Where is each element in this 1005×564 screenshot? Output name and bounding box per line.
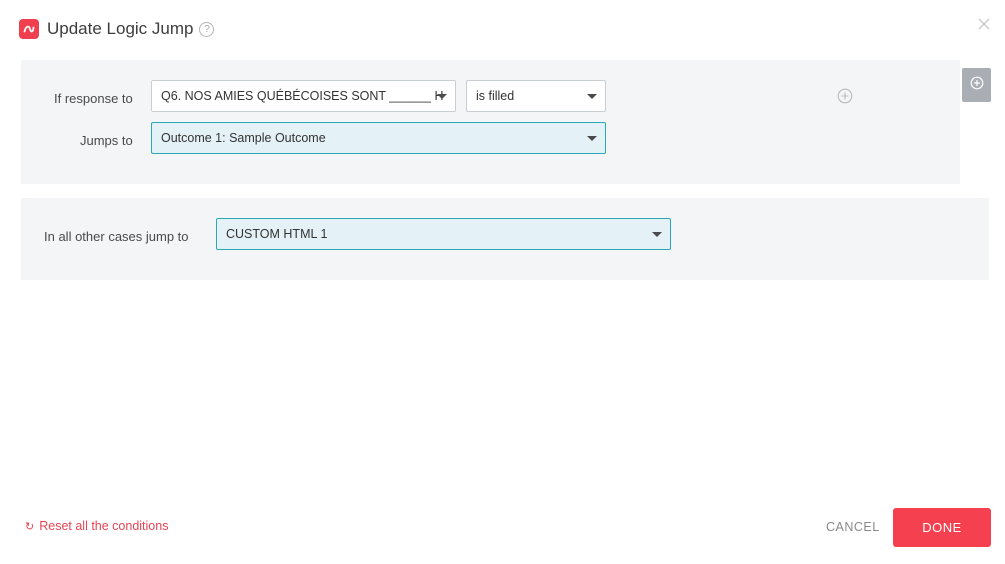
- reset-conditions-link[interactable]: ↻ Reset all the conditions: [25, 519, 168, 533]
- dialog-header: Update Logic Jump ?: [19, 17, 215, 41]
- refresh-icon: ↻: [25, 520, 35, 533]
- done-button-label: DONE: [922, 520, 962, 535]
- chevron-down-icon: [587, 136, 597, 141]
- jump-target-select[interactable]: Outcome 1: Sample Outcome: [151, 122, 606, 154]
- close-icon[interactable]: [977, 17, 991, 31]
- other-cases-label: In all other cases jump to: [44, 229, 189, 244]
- logic-rule-panel: If response to Q6. NOS AMIES QUÉBÉCOISES…: [21, 60, 960, 184]
- done-button[interactable]: DONE: [893, 508, 991, 547]
- jumps-to-label: Jumps to: [80, 133, 133, 148]
- question-select-value: Q6. NOS AMIES QUÉBÉCOISES SONT ______ H: [161, 89, 444, 103]
- question-circle-icon[interactable]: ?: [199, 21, 215, 37]
- cancel-button[interactable]: CANCEL: [826, 520, 880, 534]
- chevron-down-icon: [652, 232, 662, 237]
- chevron-down-icon: [587, 94, 597, 99]
- add-rule-button[interactable]: [962, 68, 991, 102]
- if-response-label: If response to: [54, 91, 133, 106]
- reset-conditions-label: Reset all the conditions: [39, 519, 169, 533]
- fallback-target-select[interactable]: CUSTOM HTML 1: [216, 218, 671, 250]
- fallback-jump-panel: In all other cases jump to CUSTOM HTML 1: [21, 198, 989, 280]
- question-select[interactable]: Q6. NOS AMIES QUÉBÉCOISES SONT ______ H: [151, 80, 456, 112]
- dialog-title: Update Logic Jump: [47, 19, 194, 38]
- condition-select-value: is filled: [476, 89, 515, 103]
- condition-select[interactable]: is filled: [466, 80, 606, 112]
- fallback-target-value: CUSTOM HTML 1: [226, 227, 328, 241]
- add-condition-icon[interactable]: [837, 88, 853, 104]
- jump-target-value: Outcome 1: Sample Outcome: [161, 131, 326, 145]
- chevron-down-icon: [437, 94, 447, 99]
- app-logo-icon: [19, 19, 39, 39]
- plus-circle-icon: [970, 76, 983, 90]
